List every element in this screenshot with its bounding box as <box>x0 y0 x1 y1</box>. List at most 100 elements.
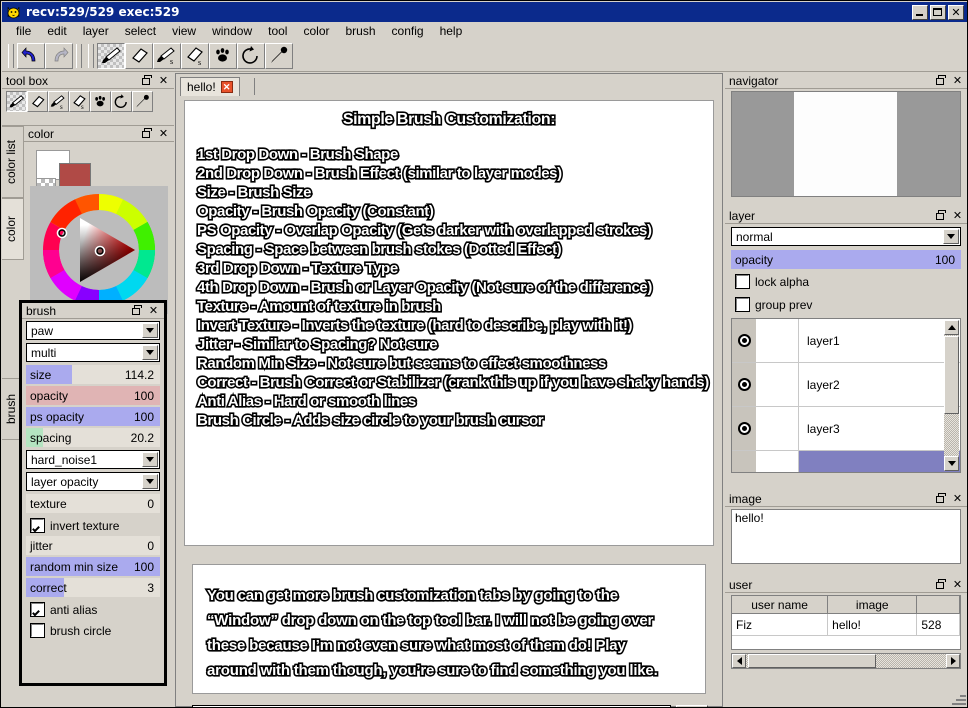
scroll-left-button[interactable] <box>732 654 746 668</box>
table-row[interactable]: layer2 <box>732 363 960 407</box>
toolbox-float-icon[interactable] <box>142 75 153 86</box>
column-header-extra[interactable] <box>917 596 960 614</box>
chevron-down-icon[interactable] <box>142 345 158 360</box>
column-header-user-name[interactable]: user name <box>732 596 829 614</box>
toolbox-close-icon[interactable]: ✕ <box>158 75 169 86</box>
layer-visibility-toggle[interactable] <box>732 451 756 472</box>
brush-shape-dropdown[interactable]: paw <box>26 321 160 340</box>
slider-size[interactable]: size 114.2 <box>26 365 160 384</box>
scrollbar-thumb[interactable] <box>944 336 959 414</box>
blend-mode-dropdown[interactable]: normal <box>731 227 961 246</box>
close-icon[interactable]: ✕ <box>220 81 233 93</box>
slider-spacing[interactable]: spacing 20.2 <box>26 428 160 447</box>
menu-view[interactable]: view <box>164 23 204 39</box>
chevron-down-icon[interactable] <box>142 452 158 467</box>
menu-edit[interactable]: edit <box>39 23 74 39</box>
tab-color[interactable]: color <box>2 198 24 260</box>
maximize-button[interactable] <box>930 4 946 20</box>
table-row[interactable] <box>732 451 960 472</box>
menu-select[interactable]: select <box>117 23 164 39</box>
menu-help[interactable]: help <box>432 23 471 39</box>
chevron-down-icon[interactable] <box>142 474 158 489</box>
paw-tool-button[interactable] <box>209 42 237 69</box>
navigator-close-icon[interactable]: ✕ <box>952 75 963 86</box>
canvas-note-1[interactable]: Simple Brush Customization: 1st Drop Dow… <box>184 100 714 546</box>
chevron-down-icon[interactable] <box>943 229 959 244</box>
menu-tool[interactable]: tool <box>260 23 295 39</box>
tool-eyedropper[interactable] <box>132 91 153 112</box>
brush-select-tool-button[interactable]: s <box>153 42 181 69</box>
user-table-hscrollbar[interactable] <box>731 653 961 669</box>
toolbar-grip[interactable] <box>8 43 14 68</box>
layer-float-icon[interactable] <box>936 210 947 221</box>
menu-color[interactable]: color <box>295 23 337 39</box>
minimize-button[interactable] <box>912 4 928 20</box>
document-tab-hello[interactable]: hello! ✕ <box>180 77 240 96</box>
navigator-float-icon[interactable] <box>936 75 947 86</box>
toolbar-grip-2[interactable] <box>76 43 82 68</box>
slider-texture[interactable]: texture 0 <box>26 494 160 513</box>
scroll-up-button[interactable] <box>944 320 959 335</box>
scroll-down-button[interactable] <box>944 456 959 471</box>
chevron-down-icon[interactable] <box>142 323 158 338</box>
image-list-item[interactable]: hello! <box>735 511 957 525</box>
table-row[interactable]: layer1 <box>732 319 960 363</box>
column-header-image[interactable]: image <box>828 596 918 614</box>
menu-brush[interactable]: brush <box>338 23 384 39</box>
brush-close-icon[interactable]: ✕ <box>148 305 159 316</box>
tool-rotate[interactable] <box>111 91 132 112</box>
tab-color-list[interactable]: color list <box>2 126 24 198</box>
tool-brush-s[interactable]: s <box>48 91 69 112</box>
tool-brush[interactable] <box>6 91 27 112</box>
layer-opacity-slider[interactable]: opacity 100 <box>731 250 961 269</box>
checkbox-icon[interactable] <box>735 274 750 289</box>
chat-send-button[interactable] <box>676 704 708 707</box>
color-wheel[interactable] <box>30 186 168 314</box>
menu-layer[interactable]: layer <box>75 23 117 39</box>
brush-opacity-mode-dropdown[interactable]: layer opacity <box>26 472 160 491</box>
tool-eraser[interactable] <box>27 91 48 112</box>
brush-effect-dropdown[interactable]: multi <box>26 343 160 362</box>
image-float-icon[interactable] <box>936 493 947 504</box>
layer-visibility-toggle[interactable] <box>732 407 756 450</box>
eyedropper-tool-button[interactable] <box>265 42 293 69</box>
scroll-right-button[interactable] <box>946 654 960 668</box>
layer-close-icon[interactable]: ✕ <box>952 210 963 221</box>
checkbox-icon[interactable] <box>30 602 45 617</box>
checkbox-icon[interactable] <box>30 623 45 638</box>
menu-window[interactable]: window <box>204 23 260 39</box>
layer-visibility-toggle[interactable] <box>732 319 756 362</box>
redo-button[interactable] <box>45 42 73 69</box>
menu-config[interactable]: config <box>384 23 432 39</box>
checkbox-lock-alpha[interactable]: lock alpha <box>731 271 936 292</box>
toolbar-grip-3[interactable] <box>88 43 94 68</box>
brush-texture-dropdown[interactable]: hard_noise1 <box>26 450 160 469</box>
table-row[interactable]: layer3 <box>732 407 960 451</box>
checkbox-group-prev[interactable]: group prev <box>731 294 936 315</box>
checkbox-brush-circle[interactable]: brush circle <box>26 620 160 641</box>
eraser-select-tool-button[interactable]: s <box>181 42 209 69</box>
layer-list[interactable]: layer1 layer2 layer3 <box>731 318 961 473</box>
checkbox-anti-alias[interactable]: anti alias <box>26 599 160 620</box>
user-close-icon[interactable]: ✕ <box>952 579 963 590</box>
image-list[interactable]: hello! <box>731 509 961 564</box>
window-resize-grip[interactable] <box>952 691 966 705</box>
eraser-tool-button[interactable] <box>125 42 153 69</box>
tool-eraser-s[interactable]: s <box>69 91 90 112</box>
tool-paw[interactable] <box>90 91 111 112</box>
slider-correct[interactable]: correct 3 <box>26 578 160 597</box>
brush-tool-button[interactable] <box>97 42 125 69</box>
image-close-icon[interactable]: ✕ <box>952 493 963 504</box>
slider-opacity[interactable]: opacity 100 <box>26 386 160 405</box>
slider-random-min-size[interactable]: random min size 100 <box>26 557 160 576</box>
undo-button[interactable] <box>17 42 45 69</box>
scrollbar-thumb[interactable] <box>748 654 876 668</box>
checkbox-icon[interactable] <box>30 518 45 533</box>
slider-ps-opacity[interactable]: ps opacity 100 <box>26 407 160 426</box>
rotate-tool-button[interactable] <box>237 42 265 69</box>
brush-float-icon[interactable] <box>132 305 143 316</box>
canvas-note-2[interactable]: You can get more brush customization tab… <box>192 564 706 694</box>
checkbox-invert-texture[interactable]: invert texture <box>26 515 160 536</box>
navigator-thumbnail[interactable] <box>731 91 961 197</box>
slider-jitter[interactable]: jitter 0 <box>26 536 160 555</box>
